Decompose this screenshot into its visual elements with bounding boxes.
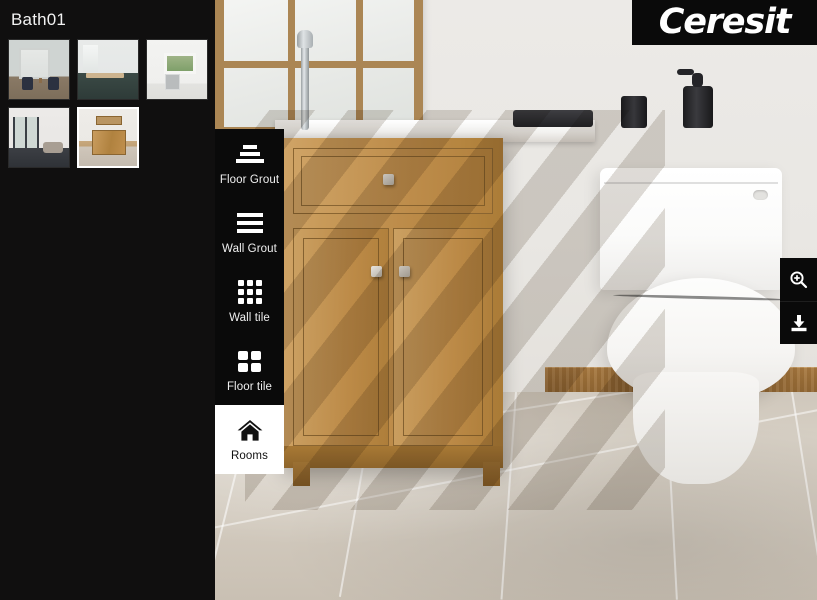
download-button[interactable]	[780, 301, 817, 344]
toilet-flush-button	[753, 190, 768, 200]
room-thumbnail-grid	[0, 30, 215, 168]
material-tool-menu: Floor Grout Wall Grout Wall tile Floor t…	[215, 129, 284, 474]
floor-grout-line	[791, 392, 817, 598]
room-render-canvas[interactable]	[215, 0, 817, 600]
drawer-knob	[383, 174, 394, 185]
thumbnail-image	[9, 108, 69, 167]
tool-item-label: Wall tile	[229, 312, 270, 324]
tool-item-floor-grout[interactable]: Floor Grout	[215, 129, 284, 198]
room-thumbnail-kitchen-dining[interactable]	[77, 39, 139, 100]
vanity-leg	[293, 462, 310, 486]
wall-tile-grid-icon	[237, 279, 262, 305]
tool-item-label: Wall Grout	[222, 243, 277, 255]
page-title: Bath01	[11, 10, 67, 29]
wooden-vanity-cabinet[interactable]	[283, 138, 503, 468]
floor-tile-grid-icon	[238, 348, 261, 374]
room-thumbnail-white-kitchen[interactable]	[146, 39, 208, 100]
tool-item-rooms[interactable]: Rooms	[215, 405, 284, 474]
home-icon	[237, 417, 263, 443]
thumbnail-image	[78, 40, 138, 99]
tool-item-wall-tile[interactable]: Wall tile	[215, 267, 284, 336]
room-visualizer-app: Ceresit Bath01 Floor Grout Wall Grout Wa…	[0, 0, 817, 600]
tool-item-label: Rooms	[231, 450, 268, 462]
tool-item-floor-tile[interactable]: Floor tile	[215, 336, 284, 405]
door-knob	[371, 266, 382, 277]
vanity-door-left	[293, 228, 389, 446]
tool-item-label: Floor tile	[226, 381, 273, 393]
room-thumbnail-bathroom-vanity-selected[interactable]	[77, 107, 139, 168]
thumbnail-image	[79, 109, 137, 166]
counter-cup	[621, 96, 647, 128]
vanity-door-right	[393, 228, 493, 446]
counter-tray	[513, 110, 593, 127]
vanity-leg	[483, 462, 500, 486]
ceresit-logo: Ceresit	[632, 0, 817, 45]
soap-dispenser	[677, 69, 713, 128]
toilet-tank	[600, 168, 782, 290]
window-mullion-horizontal	[224, 61, 414, 68]
thumbnail-image	[147, 40, 207, 99]
door-knob	[399, 266, 410, 277]
canvas-action-buttons	[780, 258, 817, 344]
room-thumbnail-loft-living[interactable]	[8, 107, 70, 168]
vanity-plinth	[283, 446, 503, 468]
tool-item-label: Floor Grout	[219, 174, 280, 186]
room-thumbnail-living-room-fireplace[interactable]	[8, 39, 70, 100]
thumbnail-image	[9, 40, 69, 99]
download-icon	[791, 315, 806, 332]
wall-grout-icon	[236, 210, 263, 236]
toilet-base	[633, 372, 759, 484]
floor-grout-icon	[235, 141, 264, 167]
tool-item-wall-grout[interactable]: Wall Grout	[215, 198, 284, 267]
ceresit-wordmark: Ceresit	[658, 2, 792, 42]
faucet-head	[297, 30, 313, 48]
zoom-in-button[interactable]	[780, 258, 817, 301]
faucet	[301, 38, 309, 130]
window	[215, 0, 423, 136]
magnifier-plus-icon	[790, 271, 808, 289]
rooms-sidebar: Bath01	[0, 0, 215, 600]
